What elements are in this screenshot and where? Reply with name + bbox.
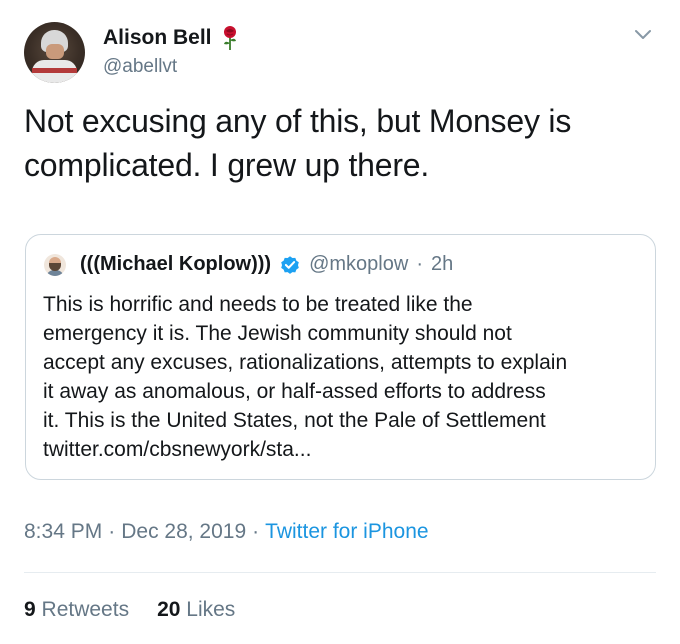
- tweet-text-line: Not excusing any of this, but Monsey is: [24, 103, 572, 139]
- quoted-body-line: emergency it is. The Jewish community sh…: [43, 322, 512, 345]
- quoted-body-line: accept any excuses, rationalizations, at…: [43, 351, 568, 374]
- likes-label: Likes: [186, 598, 236, 621]
- tweet-stats: 9 Retweets 20 Likes: [24, 598, 235, 622]
- retweets-count: 9: [24, 598, 36, 621]
- author-display-name-row[interactable]: Alison Bell: [103, 25, 240, 51]
- tweet-text: Not excusing any of this, but Monsey is …: [24, 99, 644, 187]
- quoted-tweet-header: (((Michael Koplow))) @mkoplow · 2h: [44, 253, 453, 276]
- quoted-tweet-time[interactable]: 2h: [431, 253, 453, 276]
- quoted-author-avatar[interactable]: [44, 253, 66, 276]
- separator-dot: ·: [416, 253, 423, 275]
- author-handle[interactable]: @abellvt: [103, 56, 177, 78]
- likes-count: 20: [157, 598, 181, 621]
- quoted-body-line: it. This is the United States, not the P…: [43, 409, 546, 432]
- retweets-label: Retweets: [41, 598, 130, 621]
- avatar-jersey-stripe: [32, 68, 77, 73]
- tweet-date[interactable]: Dec 28, 2019: [121, 520, 246, 544]
- divider: [24, 572, 656, 573]
- tweet-card: Alison Bell @abellvt Not excusing any of…: [0, 0, 680, 644]
- quoted-author-handle[interactable]: @mkoplow: [309, 253, 408, 276]
- quoted-body-line: it away as anomalous, or half-assed effo…: [43, 380, 546, 403]
- quoted-body-link[interactable]: twitter.com/cbsnewyork/sta...: [43, 435, 643, 464]
- separator-dot: ·: [108, 520, 116, 543]
- quoted-author-display-name[interactable]: (((Michael Koplow))): [80, 253, 271, 276]
- rose-icon: [223, 26, 236, 50]
- quoted-body-line: This is horrific and needs to be treated…: [43, 293, 473, 316]
- quoted-tweet-card[interactable]: (((Michael Koplow))) @mkoplow · 2h This …: [25, 234, 656, 480]
- avatar-face: [46, 44, 64, 59]
- verified-badge-icon: [281, 255, 299, 274]
- author-avatar[interactable]: [24, 22, 85, 83]
- tweet-time[interactable]: 8:34 PM: [24, 520, 102, 544]
- retweets-stat[interactable]: 9 Retweets: [24, 598, 129, 622]
- likes-stat[interactable]: 20 Likes: [157, 598, 235, 622]
- chevron-down-icon[interactable]: [633, 28, 653, 42]
- quoted-tweet-body: This is horrific and needs to be treated…: [43, 290, 643, 464]
- tweet-text-line: complicated. I grew up there.: [24, 147, 430, 183]
- separator-dot: ·: [252, 520, 260, 543]
- author-display-name[interactable]: Alison Bell: [103, 26, 212, 50]
- tweet-meta: 8:34 PM · Dec 28, 2019 · Twitter for iPh…: [24, 520, 429, 544]
- tweet-source-link[interactable]: Twitter for iPhone: [265, 520, 428, 544]
- quoted-avatar-beard: [49, 262, 61, 271]
